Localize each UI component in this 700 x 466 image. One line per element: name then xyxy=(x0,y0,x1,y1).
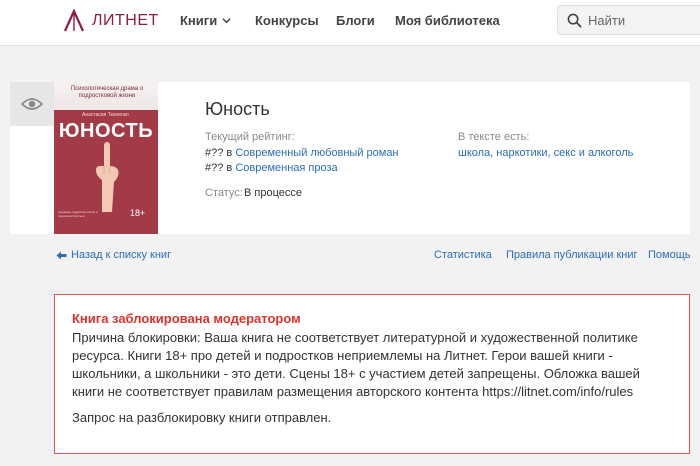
status-label: Статус: xyxy=(205,187,243,199)
alert-title: Книга заблокирована модератором xyxy=(72,311,301,326)
back-to-books-link[interactable]: Назад к списку книг xyxy=(56,249,171,261)
search-input[interactable] xyxy=(588,12,698,28)
logo-icon xyxy=(63,9,85,32)
nav-my-library[interactable]: Моя библиотека xyxy=(395,13,500,28)
book-title: Юность xyxy=(205,99,270,119)
alert-reason: Причина блокировки: Ваша книга не соотве… xyxy=(72,330,640,399)
rating-category-link[interactable]: Современный любовный роман xyxy=(235,147,398,159)
eye-icon xyxy=(21,98,43,110)
hand-illustration xyxy=(96,142,119,212)
cover-author: Анастасия Ткаченко xyxy=(82,112,129,118)
back-link-label: Назад к списку книг xyxy=(71,249,172,261)
content-tags-label: В тексте есть: xyxy=(458,131,530,143)
content-tags-link[interactable]: школа, наркотики, секс и алкоголь xyxy=(458,147,633,159)
rating-line: #?? в Современный любовный роман xyxy=(205,147,399,159)
cover-title: ЮНОСТЬ xyxy=(58,120,154,142)
nav-blogs[interactable]: Блоги xyxy=(336,13,375,28)
nav-books-label: Книги xyxy=(180,13,218,28)
nav-books[interactable]: Книги xyxy=(180,13,231,28)
block-alert: Книга заблокирована модератором Причина … xyxy=(54,294,690,454)
preview-button[interactable] xyxy=(10,82,54,126)
cover-tagline: Психологическая драма о подростковой жиз… xyxy=(70,86,144,99)
status-value: В процессе xyxy=(244,187,302,199)
search-box[interactable] xyxy=(557,5,700,35)
rating-label: Текущий рейтинг: xyxy=(205,131,295,143)
logo-text: ЛИТНЕТ xyxy=(92,12,159,29)
chevron-down-icon xyxy=(222,18,231,24)
statistics-link[interactable]: Статистика xyxy=(434,249,492,261)
book-card: Психологическая драма о подростковой жиз… xyxy=(10,82,690,234)
search-icon xyxy=(567,13,582,27)
arrow-left-icon xyxy=(56,251,67,259)
cover-age-rating: 18+ xyxy=(130,208,146,218)
cover-blurb: Однажды подростки взяли и перестали боят… xyxy=(58,210,98,218)
alert-request-status: Запрос на разблокировку книги отправлен. xyxy=(72,410,332,425)
book-cover[interactable]: Психологическая драма о подростковой жиз… xyxy=(54,82,158,234)
rating-category-link[interactable]: Современная проза xyxy=(235,162,337,174)
nav-contests[interactable]: Конкурсы xyxy=(255,13,319,28)
rating-prefix: #?? в xyxy=(205,147,233,159)
site-logo[interactable]: ЛИТНЕТ xyxy=(62,8,159,34)
rating-line: #?? в Современная проза xyxy=(205,162,338,174)
help-link[interactable]: Помощь xyxy=(648,249,691,261)
rating-prefix: #?? в xyxy=(205,162,233,174)
publication-rules-link[interactable]: Правила публикации книг xyxy=(506,249,638,261)
top-header: ЛИТНЕТ Книги Конкурсы Блоги Моя библиоте… xyxy=(0,0,700,46)
